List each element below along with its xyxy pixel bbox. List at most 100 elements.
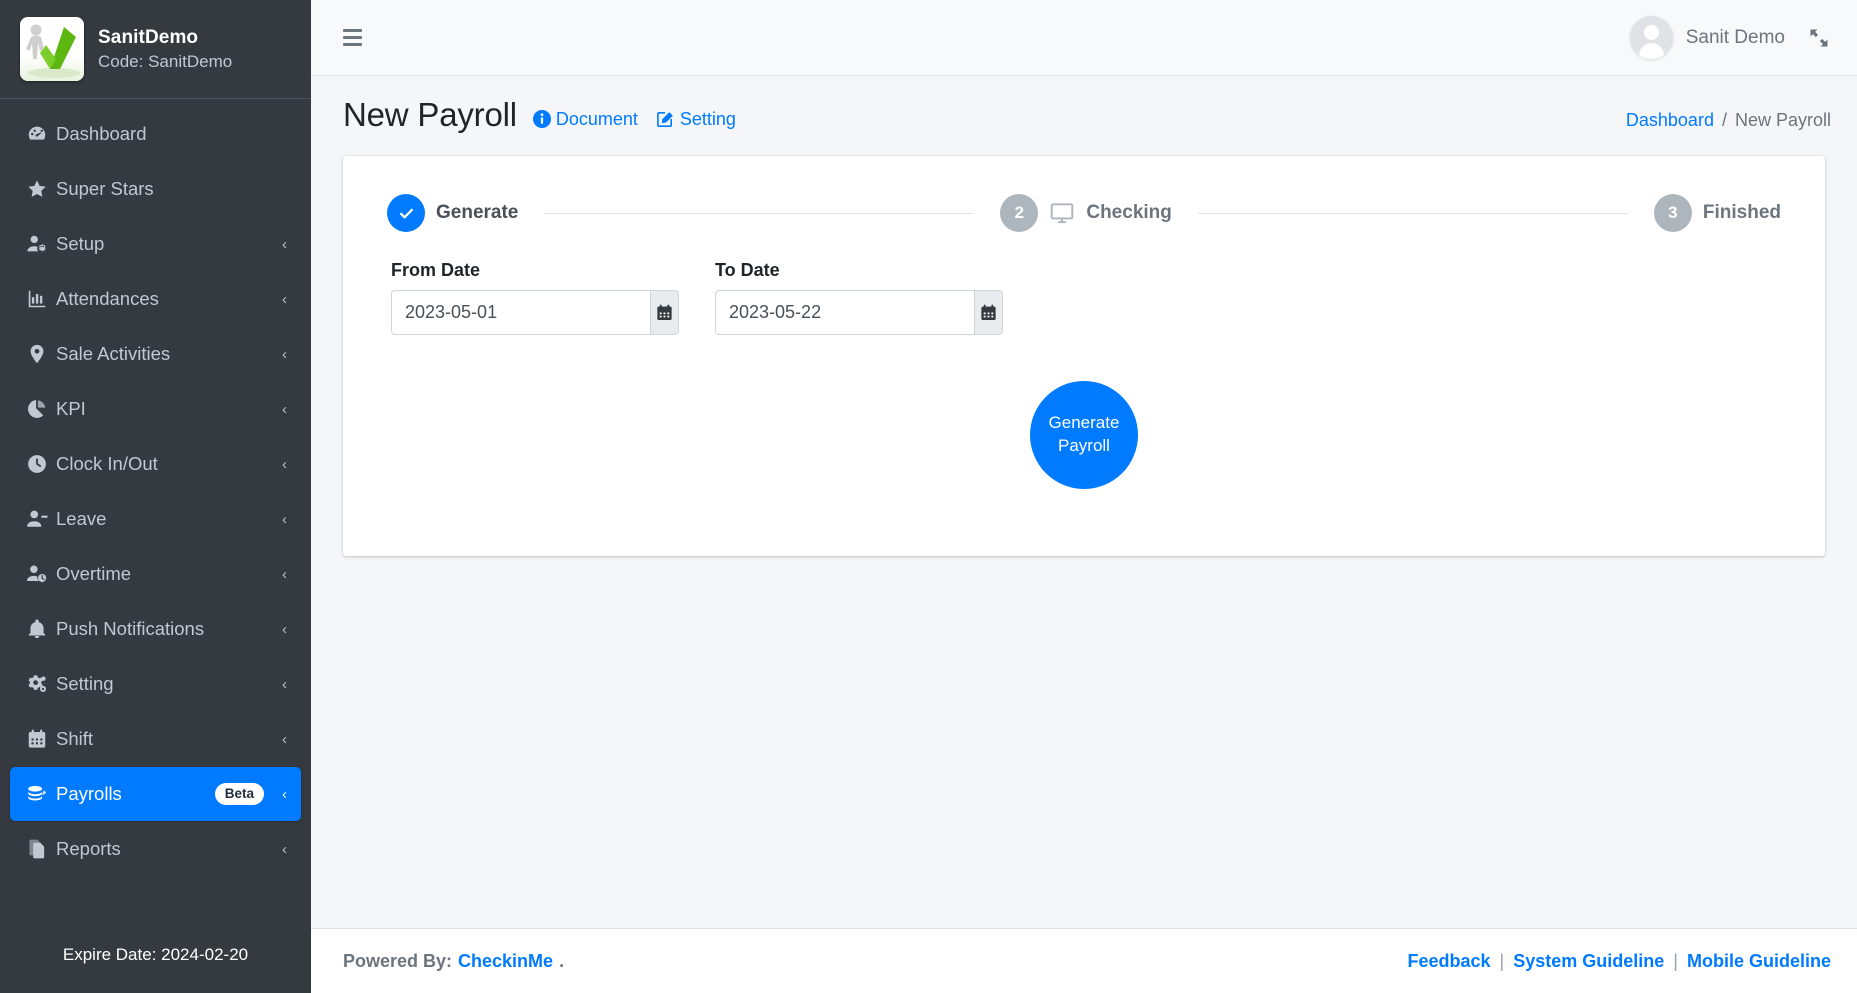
to-date-group: To Date bbox=[715, 260, 1003, 335]
sidebar-item-push-notifications[interactable]: Push Notifications ‹ bbox=[10, 602, 301, 656]
sidebar-item-label: Sale Activities bbox=[56, 343, 171, 364]
step-1-check-icon bbox=[387, 194, 425, 232]
brand-header[interactable]: SanitDemo Code: SanitDemo bbox=[0, 0, 311, 99]
document-link-label: Document bbox=[555, 108, 638, 129]
checkinme-link[interactable]: CheckinMe bbox=[458, 951, 553, 972]
sidebar-item-label: Clock In/Out bbox=[56, 453, 158, 474]
sidebar-item-setting[interactable]: Setting ‹ bbox=[10, 657, 301, 711]
from-date-group: From Date bbox=[391, 260, 679, 335]
payroll-card: Generate 2 Checking 3 Finished From Date… bbox=[343, 156, 1825, 556]
chevron-left-icon: ‹ bbox=[282, 785, 287, 803]
chevron-left-icon: ‹ bbox=[282, 620, 287, 638]
sidebar-item-label: Attendances bbox=[56, 288, 159, 309]
brand-title: SanitDemo bbox=[98, 26, 199, 48]
payroll-wizard-stepper: Generate 2 Checking 3 Finished bbox=[373, 180, 1795, 238]
sidebar-item-sale-activities[interactable]: Sale Activities ‹ bbox=[10, 327, 301, 381]
info-circle-icon bbox=[532, 110, 551, 128]
feedback-link[interactable]: Feedback bbox=[1408, 951, 1491, 972]
page-header: New Payroll Document Setting Dashboard /… bbox=[311, 76, 1857, 150]
sidebar-item-label: Overtime bbox=[56, 563, 132, 584]
sidebar-item-kpi[interactable]: KPI ‹ bbox=[10, 382, 301, 436]
sidebar-item-shift[interactable]: Shift ‹ bbox=[10, 712, 301, 766]
sidebar-item-reports[interactable]: Reports ‹ bbox=[10, 822, 301, 876]
setting-link[interactable]: Setting bbox=[656, 109, 736, 130]
bell-icon bbox=[26, 618, 56, 640]
topbar: Sanit Demo bbox=[311, 0, 1857, 76]
chevron-left-icon: ‹ bbox=[282, 290, 287, 308]
user-avatar-icon[interactable] bbox=[1629, 16, 1673, 59]
edit-pencil-icon bbox=[656, 110, 675, 129]
breadcrumb: Dashboard / New Payroll bbox=[1626, 110, 1831, 131]
breadcrumb-current: New Payroll bbox=[1734, 109, 1831, 130]
stepper-connector-1 bbox=[544, 212, 975, 214]
user-menu[interactable]: Sanit Demo bbox=[1629, 16, 1785, 59]
sidebar-item-label: Setup bbox=[56, 233, 105, 254]
user-gear-icon bbox=[26, 233, 56, 255]
from-date-input[interactable] bbox=[391, 290, 650, 335]
sidebar-item-leave[interactable]: Leave ‹ bbox=[10, 492, 301, 546]
footer-separator-1: | bbox=[1499, 950, 1505, 971]
sidebar-item-super-stars[interactable]: Super Stars bbox=[10, 162, 301, 216]
to-date-input-group bbox=[715, 290, 1003, 335]
document-link[interactable]: Document bbox=[532, 108, 638, 130]
powered-by-prefix: Powered By: bbox=[343, 950, 453, 971]
from-date-label: From Date bbox=[391, 260, 481, 280]
sidebar-item-payrolls[interactable]: Payrolls Beta ‹ bbox=[10, 767, 301, 821]
sidebar-item-label: Push Notifications bbox=[56, 618, 205, 639]
generate-button-line2: Payroll bbox=[1058, 436, 1110, 455]
sidebar-item-badge: Beta bbox=[214, 783, 264, 805]
app-root: SanitDemo Code: SanitDemo Dashboard Super… bbox=[0, 0, 1857, 993]
expand-arrows-icon[interactable] bbox=[1807, 26, 1831, 50]
stepper-connector-2 bbox=[1197, 212, 1628, 214]
sidebar-item-label: Payrolls bbox=[56, 783, 122, 804]
sidebar-item-attendances[interactable]: Attendances ‹ bbox=[10, 272, 301, 326]
chevron-left-icon: ‹ bbox=[282, 400, 287, 418]
map-marker-icon bbox=[26, 343, 56, 365]
wizard-step-finished[interactable]: 3 Finished bbox=[1653, 194, 1781, 232]
from-date-calendar-icon[interactable] bbox=[650, 290, 679, 335]
breadcrumb-dashboard[interactable]: Dashboard bbox=[1626, 110, 1714, 131]
date-range-form: From Date 2023-05-01 To Date 2023-05-22 bbox=[373, 238, 1795, 335]
wizard-step-checking-label: Checking bbox=[1086, 202, 1172, 223]
checkmark-person-logo-icon bbox=[20, 17, 84, 81]
chevron-left-icon: ‹ bbox=[282, 455, 287, 473]
chevron-left-icon: ‹ bbox=[282, 510, 287, 528]
sidebar-item-clock-in-out[interactable]: Clock In/Out ‹ bbox=[10, 437, 301, 491]
expire-date-label: Expire Date: 2024-02-20 bbox=[62, 945, 249, 964]
to-date-input[interactable] bbox=[715, 290, 974, 335]
star-icon bbox=[26, 178, 56, 200]
chevron-left-icon: ‹ bbox=[282, 840, 287, 858]
wizard-step-generate[interactable]: Generate bbox=[387, 194, 518, 232]
sidebar-item-label: Reports bbox=[56, 838, 121, 859]
footer-links: Feedback | System Guideline | Mobile Gui… bbox=[1408, 951, 1832, 972]
system-guideline-link[interactable]: System Guideline bbox=[1513, 951, 1664, 972]
wizard-step-finished-label: Finished bbox=[1702, 202, 1781, 223]
brand-code: Code: SanitDemo bbox=[98, 51, 233, 71]
to-date-calendar-icon[interactable] bbox=[974, 290, 1003, 335]
breadcrumb-separator: / bbox=[1721, 109, 1727, 130]
mobile-guideline-link[interactable]: Mobile Guideline bbox=[1687, 951, 1831, 972]
sidebar-item-overtime[interactable]: Overtime ‹ bbox=[10, 547, 301, 601]
user-clock-icon bbox=[26, 563, 56, 585]
sidebar-nav: Dashboard Super Stars Setup ‹ Attendances ‹ Sa… bbox=[0, 99, 311, 945]
sidebar-item-setup[interactable]: Setup ‹ bbox=[10, 217, 301, 271]
from-date-input-group bbox=[391, 290, 679, 335]
chevron-left-icon: ‹ bbox=[282, 565, 287, 583]
to-date-label: To Date bbox=[715, 260, 780, 280]
generate-button-line1: Generate bbox=[1048, 413, 1120, 433]
generate-payroll-button[interactable]: Generate Payroll bbox=[1030, 381, 1138, 489]
sidebar-item-label: Super Stars bbox=[56, 178, 154, 199]
step-2-number: 2 bbox=[1000, 194, 1039, 232]
hamburger-icon[interactable] bbox=[333, 21, 372, 54]
cogs-icon bbox=[26, 673, 56, 695]
chevron-left-icon: ‹ bbox=[282, 675, 287, 693]
sidebar-item-dashboard[interactable]: Dashboard bbox=[10, 107, 301, 161]
powered-by: Powered By: CheckinMe . bbox=[343, 951, 564, 972]
generate-payroll-button-wrap: Generate Payroll bbox=[373, 335, 1795, 489]
setting-link-label: Setting bbox=[679, 108, 736, 129]
chart-bar-icon bbox=[26, 288, 56, 310]
sidebar-item-label: Setting bbox=[56, 673, 114, 694]
sidebar: SanitDemo Code: SanitDemo Dashboard Super… bbox=[0, 0, 311, 993]
sidebar-item-label: KPI bbox=[56, 398, 86, 419]
wizard-step-checking[interactable]: 2 Checking bbox=[1000, 194, 1172, 232]
